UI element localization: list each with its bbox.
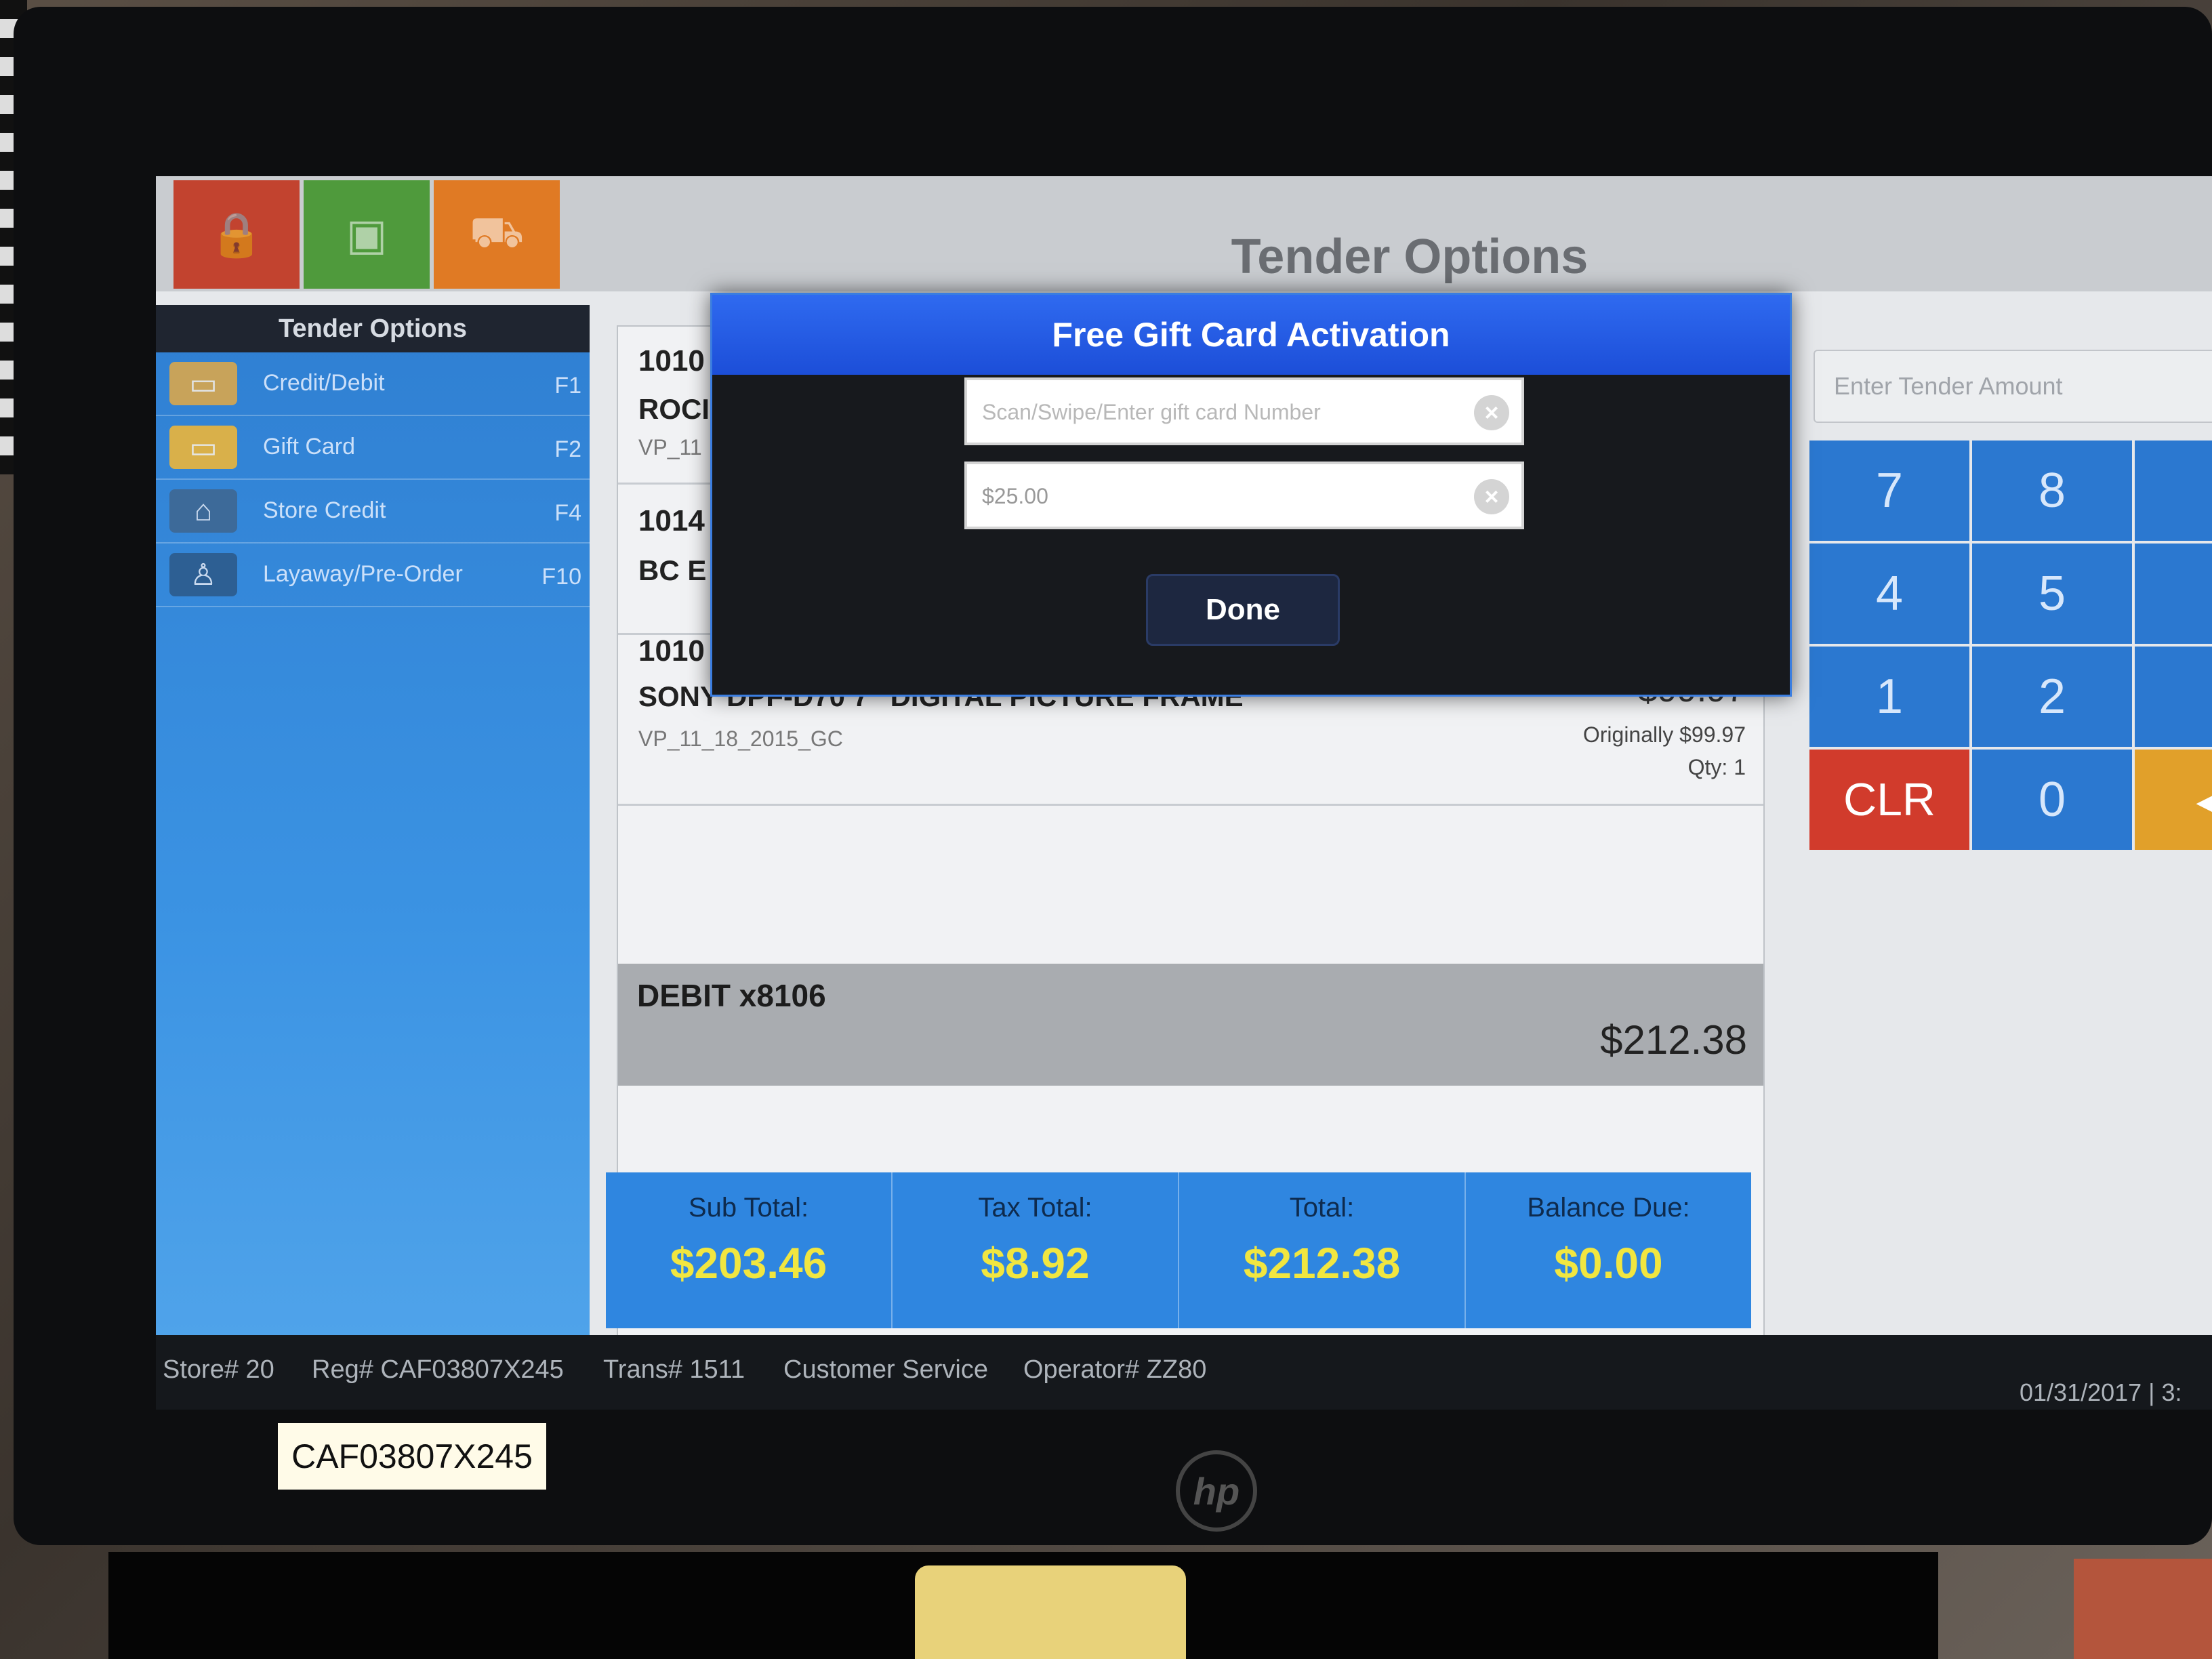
transaction-number: Trans# 1511 <box>603 1355 745 1384</box>
key-4[interactable]: 4 <box>1809 544 1969 644</box>
key-5[interactable]: 5 <box>1972 544 2132 644</box>
item-description: BC E <box>638 554 707 586</box>
totals-bar: Sub Total: $203.46 Tax Total: $8.92 Tota… <box>606 1172 1751 1328</box>
item-subtext: VP_11 <box>638 435 702 459</box>
key-6[interactable] <box>2135 544 2212 644</box>
item-subtext: VP_11_18_2015_GC <box>638 726 843 751</box>
gift-card-amount-field[interactable]: × <box>964 462 1524 529</box>
shortcut-key: F2 <box>554 436 581 462</box>
payment-row[interactable]: DEBIT x8106 $212.38 <box>618 964 1763 1086</box>
gift-card-number-input[interactable] <box>981 380 1458 444</box>
store-number: Store# 20 <box>163 1355 274 1384</box>
receipt-paper-roll <box>915 1565 1186 1659</box>
credit-card-icon: ▭ <box>169 362 237 405</box>
tax-total-label: Tax Total: <box>978 1193 1092 1223</box>
register-number: Reg# CAF03807X245 <box>312 1355 564 1384</box>
subtotal-label: Sub Total: <box>688 1193 809 1223</box>
shortcut-key: F4 <box>554 500 581 526</box>
asset-tag-label: CAF03807X245 <box>278 1423 546 1490</box>
key-0[interactable]: 0 <box>1972 750 2132 850</box>
datetime: 01/31/2017 | 3: <box>2020 1378 2182 1406</box>
balance-due-label: Balance Due: <box>1527 1193 1690 1223</box>
subtotal-cell: Sub Total: $203.46 <box>606 1172 893 1328</box>
customer-display-icon: ▣ <box>346 209 388 259</box>
key-9[interactable] <box>2135 441 2212 541</box>
tax-total-cell: Tax Total: $8.92 <box>893 1172 1179 1328</box>
balance-due-value: $0.00 <box>1554 1239 1663 1288</box>
payment-amount: $212.38 <box>1600 1017 1747 1063</box>
numeric-keypad: 7 8 4 5 1 2 CLR 0 ◀ <box>1809 441 2212 867</box>
sidebar-item-gift-card[interactable]: ▭ Gift Card F2 <box>156 416 590 480</box>
lock-button[interactable]: 🔒 <box>173 180 300 289</box>
store-credit-icon: ⌂ <box>169 489 237 533</box>
clear-icon[interactable]: × <box>1474 479 1509 514</box>
operator-number: Operator# ZZ80 <box>1023 1355 1207 1384</box>
sidebar-item-store-credit[interactable]: ⌂ Store Credit F4 <box>156 480 590 544</box>
tender-sidebar: Tender Options ▭ Credit/Debit F1 ▭ Gift … <box>156 305 590 1335</box>
item-code: 1010 <box>638 634 705 668</box>
shortcut-key: F10 <box>541 564 581 590</box>
clear-icon[interactable]: × <box>1474 395 1509 430</box>
sidebar-item-label: Store Credit <box>263 497 386 523</box>
key-7[interactable]: 7 <box>1809 441 1969 541</box>
item-code: 1010 <box>638 344 705 377</box>
gift-card-icon: ▭ <box>169 426 237 469</box>
customer-display-button[interactable]: ▣ <box>304 180 430 289</box>
item-original-price: Originally $99.97 <box>1582 722 1746 747</box>
key-1[interactable]: 1 <box>1809 647 1969 747</box>
total-label: Total: <box>1289 1193 1355 1223</box>
total-value: $212.38 <box>1243 1239 1401 1288</box>
tender-amount-input[interactable]: Enter Tender Amount <box>1814 350 2212 423</box>
tax-total-value: $8.92 <box>981 1239 1090 1288</box>
cart-icon: ⛟ <box>469 207 525 256</box>
shortcut-key: F1 <box>554 373 581 398</box>
item-quantity: Qty: 1 <box>1687 755 1746 779</box>
status-bar: Store# 20 Reg# CAF03807X245 Trans# 1511 … <box>156 1335 2212 1410</box>
key-8[interactable]: 8 <box>1972 441 2132 541</box>
cart-button[interactable]: ⛟ <box>434 180 560 289</box>
item-description: ROCI <box>638 393 710 425</box>
backspace-arrow-icon: ◀ <box>2196 771 2212 828</box>
key-3[interactable] <box>2135 647 2212 747</box>
sidebar-title: Tender Options <box>156 305 590 352</box>
gift-card-number-field[interactable]: × <box>964 377 1524 445</box>
sidebar-item-label: Layaway/Pre-Order <box>263 561 463 587</box>
background-object <box>2074 1559 2212 1659</box>
gift-card-activation-dialog: Free Gift Card Activation × × Done <box>710 293 1792 697</box>
top-bar: 🔒 ▣ ⛟ Tender Options <box>156 176 2212 291</box>
layaway-icon: ♙ <box>169 553 237 596</box>
balance-due-cell: Balance Due: $0.00 <box>1466 1172 1751 1328</box>
mode-label: Customer Service <box>783 1355 988 1384</box>
sidebar-item-label: Credit/Debit <box>263 370 385 396</box>
lock-icon: 🔒 <box>209 209 264 259</box>
key-2[interactable]: 2 <box>1972 647 2132 747</box>
sidebar-item-credit-debit[interactable]: ▭ Credit/Debit F1 <box>156 352 590 416</box>
clear-button[interactable]: CLR <box>1809 750 1969 850</box>
backspace-button[interactable]: ◀ <box>2135 750 2212 850</box>
total-cell: Total: $212.38 <box>1179 1172 1466 1328</box>
hp-logo: hp <box>1176 1450 1257 1532</box>
sidebar-item-layaway[interactable]: ♙ Layaway/Pre-Order F10 <box>156 544 590 607</box>
page-title: Tender Options <box>1231 230 1589 284</box>
payment-label: DEBIT x8106 <box>637 978 826 1013</box>
item-code: 1014 <box>638 504 705 537</box>
dialog-title: Free Gift Card Activation <box>712 295 1790 375</box>
subtotal-value: $203.46 <box>670 1239 827 1288</box>
sidebar-item-label: Gift Card <box>263 434 356 459</box>
done-button[interactable]: Done <box>1146 574 1340 646</box>
gift-card-amount-input[interactable] <box>981 464 1458 528</box>
